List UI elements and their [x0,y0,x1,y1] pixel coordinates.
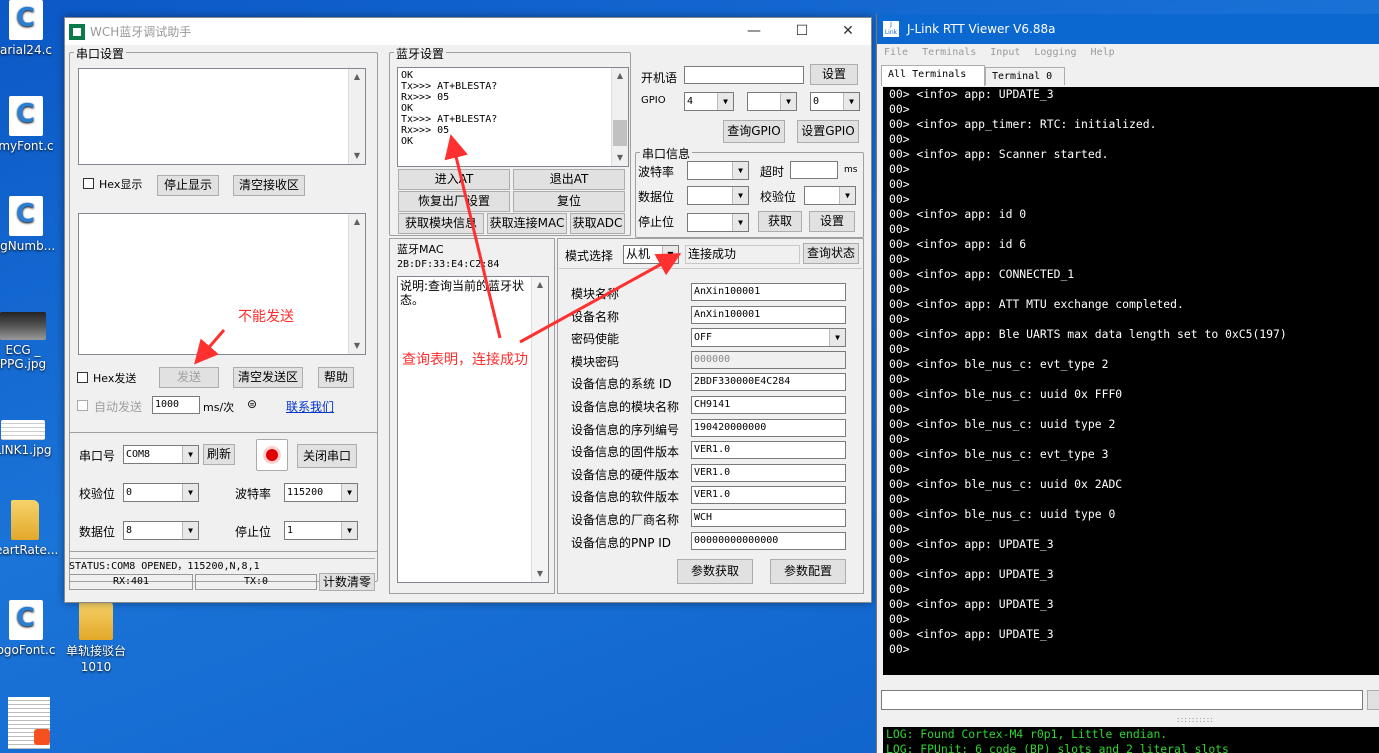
jlink-title: J-Link RTT Viewer V6.88a [907,22,1056,36]
annotation-cannot-send: 不能发送 [238,309,294,325]
annotation-connected: 查询表明，连接成功 [402,352,528,368]
menu-terminals[interactable]: Terminals [922,44,976,62]
jlink-logo-icon: J Link [883,21,899,37]
menu-help[interactable]: Help [1091,44,1115,62]
log-output: LOG: Found Cortex-M4 r0p1, Little endian… [883,727,1379,753]
jlink-title-bar: J Link J-Link RTT Viewer V6.88a [877,14,1379,44]
splitter-handle[interactable]: :::::::::: [1177,715,1214,724]
menu-file[interactable]: File [884,44,908,62]
cannot-send-arrow [194,329,226,365]
tab-all-terminals[interactable]: All Terminals [881,65,985,86]
menu-input[interactable]: Input [990,44,1020,62]
menu-logging[interactable]: Logging [1034,44,1076,62]
jlink-menu: File Terminals Input Logging Help [877,44,1379,62]
tab-terminal-0[interactable]: Terminal 0 [985,67,1065,85]
annotation-arrows [194,134,682,365]
status-arrow [519,253,682,344]
log-arrow [444,134,502,339]
terminal-output: 00> <info> app: UPDATE_3 00> 00> <info> … [883,87,1379,675]
jlink-window: J Link J-Link RTT Viewer V6.88a File Term… [876,14,1379,753]
terminal-input-button[interactable] [1367,690,1379,710]
terminal-input[interactable] [881,690,1363,710]
